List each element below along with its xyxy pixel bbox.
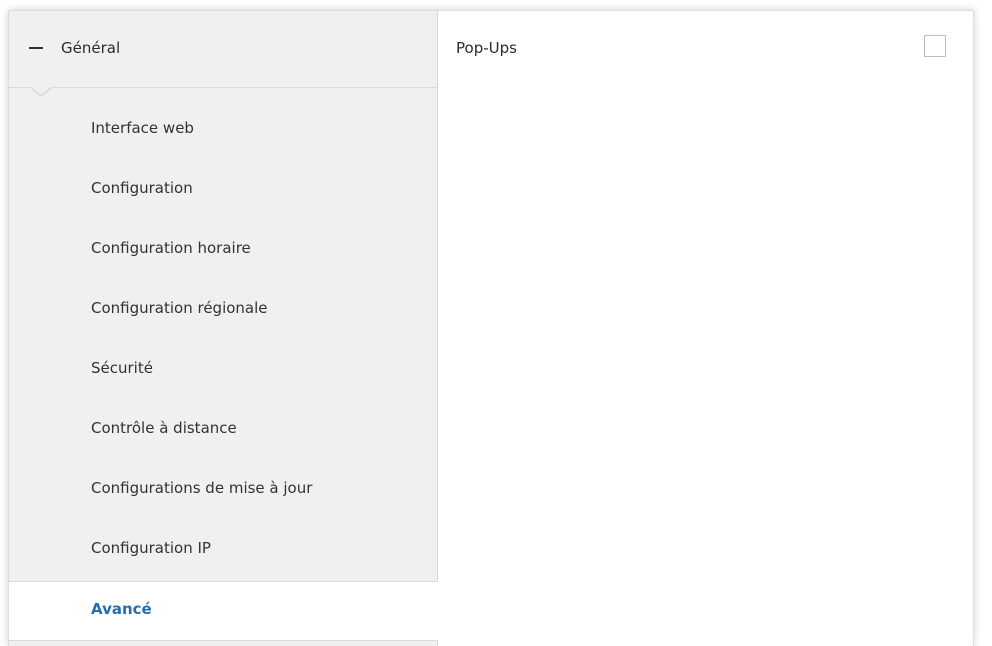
sidebar-item-configuration-regionale[interactable]: Configuration régionale — [9, 281, 437, 341]
sidebar-item-configuration[interactable]: Configuration — [9, 161, 437, 221]
sidebar-item-label: Avancé — [91, 600, 152, 618]
minus-icon[interactable] — [29, 47, 43, 49]
sidebar-item-label: Configuration — [91, 179, 193, 197]
sidebar-item-label: Configurations de mise à jour — [91, 479, 313, 497]
group-label: Général — [61, 39, 121, 57]
sidebar-item-configuration-horaire[interactable]: Configuration horaire — [9, 221, 437, 281]
popups-checkbox[interactable] — [924, 35, 946, 57]
sidebar-item-label: Interface web — [91, 119, 194, 137]
settings-window: Général Interface web Configuration Conf… — [8, 10, 974, 646]
sidebar-item-label: Configuration régionale — [91, 299, 268, 317]
content-panel: Pop-Ups — [438, 11, 973, 646]
sidebar-item-securite[interactable]: Sécurité — [9, 341, 437, 401]
sidebar-item-configurations-mise-a-jour[interactable]: Configurations de mise à jour — [9, 461, 437, 521]
pointer-notch-icon — [29, 86, 53, 97]
sidebar-item-label: Configuration IP — [91, 539, 211, 557]
sidebar-item-configuration-ip[interactable]: Configuration IP — [9, 521, 437, 581]
sidebar-item-avance[interactable]: Avancé — [9, 581, 438, 641]
sidebar: Général Interface web Configuration Conf… — [9, 11, 438, 646]
sidebar-item-controle-a-distance[interactable]: Contrôle à distance — [9, 401, 437, 461]
popups-label: Pop-Ups — [456, 39, 517, 57]
nav-list: Interface web Configuration Configuratio… — [9, 101, 438, 641]
sidebar-item-label: Sécurité — [91, 359, 153, 377]
sidebar-item-interface-web[interactable]: Interface web — [9, 101, 437, 161]
group-header-general[interactable]: Général — [9, 11, 437, 88]
sidebar-item-label: Contrôle à distance — [91, 419, 237, 437]
sidebar-item-label: Configuration horaire — [91, 239, 251, 257]
